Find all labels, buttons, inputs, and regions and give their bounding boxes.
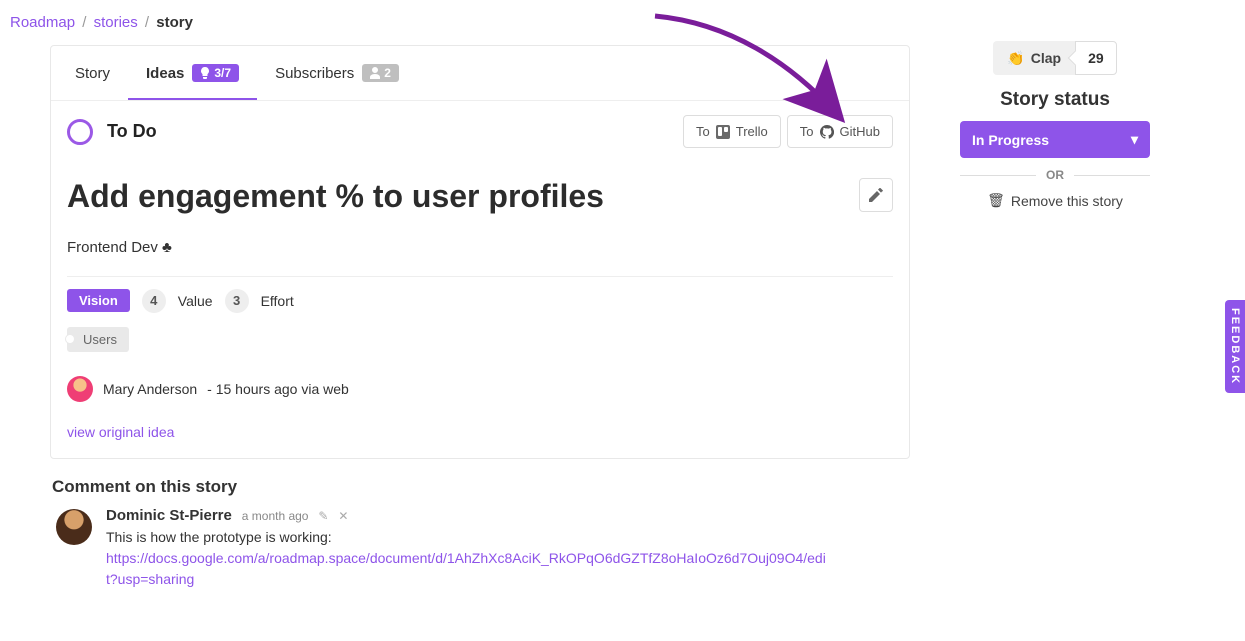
status-dropdown[interactable]: In Progress ▾ [960,121,1150,158]
effort-label: Effort [261,293,294,309]
comment-avatar [56,509,92,545]
ideas-count-pill: 3/7 [192,64,239,82]
breadcrumb-current: story [156,14,193,31]
export-github-label: GitHub [840,124,880,139]
tab-story[interactable]: Story [57,47,128,100]
story-card: Story Ideas 3/7 Subscribers 2 [50,45,910,459]
author-avatar [67,376,93,402]
clap-label: Clap [1031,50,1061,66]
clap-icon: 👏 [1007,50,1024,67]
status-circle-icon [67,119,93,145]
author-meta: - 15 hours ago via web [207,381,349,397]
pencil-icon [869,188,883,202]
story-title: Add engagement % to user profiles [67,178,859,215]
chevron-down-icon: ▾ [1131,131,1138,148]
comment-body: This is how the prototype is working: ht… [106,527,826,590]
tab-subscribers[interactable]: Subscribers 2 [257,46,417,100]
ideas-count: 3/7 [214,66,231,80]
breadcrumb-section[interactable]: stories [94,14,138,31]
remove-story-label: Remove this story [1011,193,1123,209]
vision-chip[interactable]: Vision [67,289,130,312]
view-original-link[interactable]: view original idea [67,424,174,440]
status-label: To Do [107,121,157,142]
subscribers-count: 2 [384,66,391,80]
effort-number: 3 [225,289,249,313]
value-label: Value [178,293,213,309]
trash-icon: 🗑 [987,192,1005,209]
github-icon [820,125,834,139]
value-number: 4 [142,289,166,313]
edit-button[interactable] [859,178,893,212]
export-to-label: To [800,124,814,139]
trello-icon [716,125,730,139]
divider [67,276,893,277]
breadcrumb-root[interactable]: Roadmap [10,14,75,31]
clap-control: 👏 Clap 29 [993,41,1116,75]
export-github-button[interactable]: To GitHub [787,115,893,148]
subscribers-count-pill: 2 [362,64,399,82]
story-team: Frontend Dev ♣ [67,239,893,256]
delete-comment-icon[interactable]: ✕ [338,509,348,523]
person-icon [370,67,380,79]
comment-author: Dominic St-Pierre [106,507,232,524]
breadcrumb-sep: / [82,14,86,31]
feedback-tab[interactable]: FEEDBACK [1225,300,1245,393]
or-label: OR [1046,168,1064,182]
remove-story-button[interactable]: 🗑 Remove this story [987,192,1123,209]
edit-comment-icon[interactable]: ✎ [318,509,328,523]
or-separator: OR [960,168,1150,182]
author-row: Mary Anderson - 15 hours ago via web [67,376,893,402]
comments-heading: Comment on this story [52,477,910,497]
breadcrumb: Roadmap / stories / story [0,0,1245,35]
story-attributes: Vision 4 Value 3 Effort [67,289,893,313]
export-trello-label: Trello [736,124,768,139]
tab-ideas-label: Ideas [146,65,184,82]
bulb-icon [200,67,210,79]
tabs: Story Ideas 3/7 Subscribers 2 [51,46,909,101]
comment-text: This is how the prototype is working: [106,529,332,545]
tab-subscribers-label: Subscribers [275,65,354,82]
author-name: Mary Anderson [103,381,197,397]
tab-story-label: Story [75,65,110,82]
comment-link[interactable]: https://docs.google.com/a/roadmap.space/… [106,550,826,587]
status-dropdown-label: In Progress [972,132,1049,148]
comment-meta: a month ago [242,509,309,523]
clap-count: 29 [1075,41,1117,75]
tab-ideas[interactable]: Ideas 3/7 [128,46,257,100]
sidebar: 👏 Clap 29 Story status In Progress ▾ OR … [950,35,1160,209]
tag-users[interactable]: Users [67,327,129,352]
clap-button[interactable]: 👏 Clap [993,41,1075,75]
breadcrumb-sep: / [145,14,149,31]
comment-item: Dominic St-Pierre a month ago ✎ ✕ This i… [50,507,910,590]
story-status-heading: Story status [950,89,1160,111]
export-to-label: To [696,124,710,139]
export-trello-button[interactable]: To Trello [683,115,781,148]
